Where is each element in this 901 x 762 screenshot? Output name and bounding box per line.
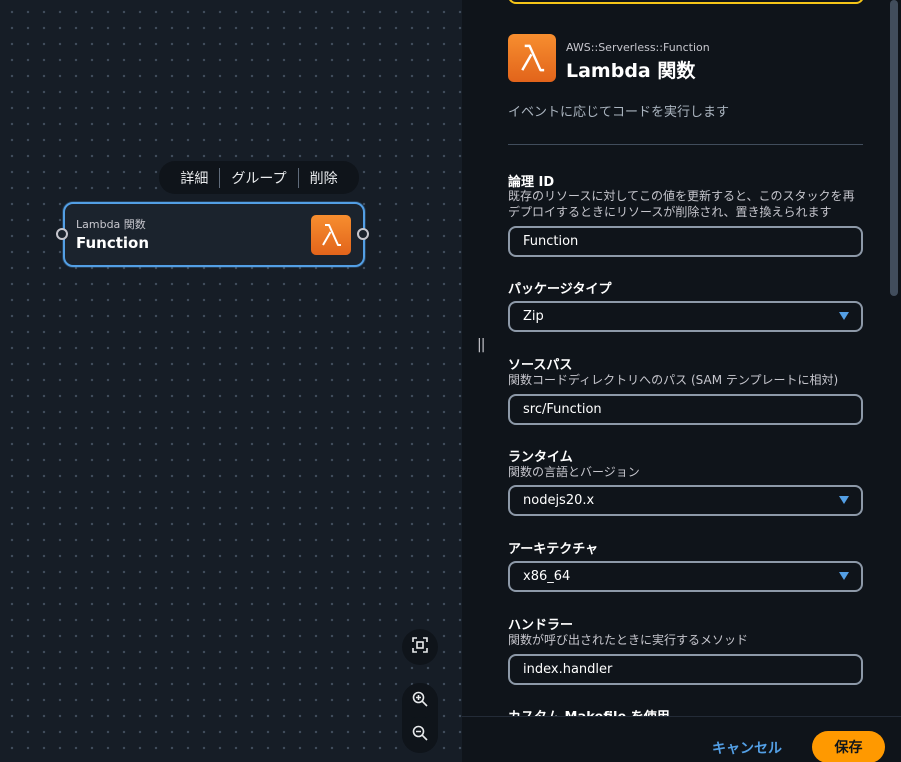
runtime-description: 関数の言語とバージョン [508,465,640,479]
runtime-value: nodejs20.x [523,493,595,508]
zoom-in-button[interactable] [402,683,438,719]
custom-makefile-label: カスタム Makefile を使用 [508,706,670,716]
handler-description: 関数が呼び出されたときに実行するメソッド [508,633,749,647]
delete-button[interactable]: 削除 [299,168,349,188]
diagram-canvas[interactable]: 詳細 グループ 削除 Lambda 関数 Function [0,0,462,762]
node-toolbar: 詳細 グループ 削除 [159,161,359,194]
logical-id-description: 既存のリソースに対してこの値を更新すると、このスタックを再デプロイするときにリソ… [508,189,855,219]
caret-down-icon [839,312,849,320]
lambda-function-node[interactable]: Lambda 関数 Function [63,202,365,267]
runtime-select[interactable]: nodejs20.x [508,485,863,516]
divider [508,144,863,145]
zoom-in-icon [412,691,428,711]
package-type-select[interactable]: Zip [508,301,863,332]
caret-down-icon [839,572,849,580]
node-name: Function [76,234,150,252]
save-button[interactable]: 保存 [812,731,885,762]
fit-view-icon [412,637,428,657]
architecture-label: アーキテクチャ [508,542,599,557]
zoom-out-icon [412,725,428,745]
handler-input[interactable]: index.handler [508,654,863,685]
source-path-label: ソースパス [508,358,573,373]
node-output-handle[interactable] [357,228,369,240]
cancel-button[interactable]: キャンセル [712,738,782,758]
runtime-label: ランタイム [508,450,573,465]
lambda-icon [311,215,351,255]
package-type-value: Zip [523,309,544,324]
fit-view-button[interactable] [402,629,438,665]
panel-footer: キャンセル 保存 [462,716,901,762]
properties-scroll-area[interactable]: AWS::Serverless::Function Lambda 関数 イベント… [462,0,888,716]
panel-resize-handle[interactable]: || [477,337,486,353]
node-input-handle[interactable] [56,228,68,240]
details-button[interactable]: 詳細 [169,168,219,188]
handler-label: ハンドラー [508,618,574,633]
logical-id-input[interactable]: Function [508,226,863,257]
properties-panel: AWS::Serverless::Function Lambda 関数 イベント… [462,0,901,762]
package-type-label: パッケージタイプ [508,282,612,297]
source-path-description: 関数コードディレクトリへのパス (SAM テンプレートに相対) [508,373,839,387]
zoom-out-button[interactable] [402,717,438,753]
architecture-select[interactable]: x86_64 [508,561,863,592]
scrollbar-thumb[interactable] [890,0,898,296]
highlighted-element [508,0,864,4]
lambda-icon [508,34,556,82]
node-type-label: Lambda 関数 [76,218,146,231]
resource-description: イベントに応じてコードを実行します [508,105,730,120]
source-path-input[interactable]: src/Function [508,394,863,425]
resource-type: AWS::Serverless::Function [566,41,710,54]
architecture-value: x86_64 [523,569,571,584]
resource-title: Lambda 関数 [566,60,696,82]
group-button[interactable]: グループ [220,168,297,188]
caret-down-icon [839,496,849,504]
